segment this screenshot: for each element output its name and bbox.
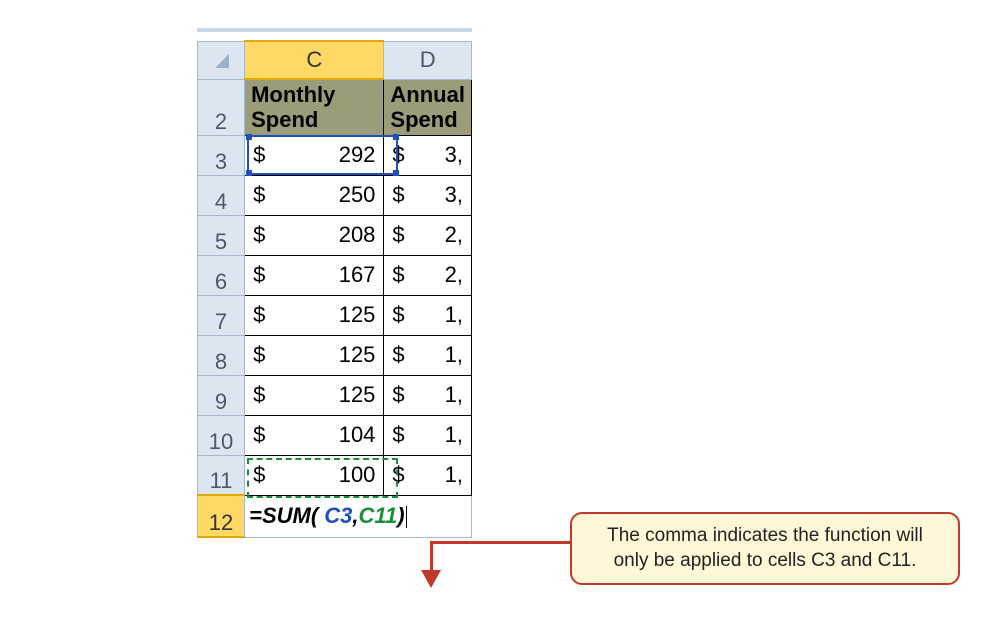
cell-c4[interactable]: $ 250: [245, 175, 384, 215]
cell-d10[interactable]: $ 1,: [384, 415, 472, 455]
column-header-d[interactable]: D: [384, 41, 472, 79]
row-number[interactable]: 5: [198, 215, 245, 255]
row-7: 7 $ 125 $ 1,: [198, 295, 472, 335]
cell-d7[interactable]: $ 1,: [384, 295, 472, 335]
currency: $: [392, 262, 404, 288]
formula-ref-c3: C3: [318, 503, 352, 528]
spreadsheet-fragment: C D 2 Monthly Spend Annual Spend 3 $ 292…: [197, 28, 472, 538]
value: 167: [253, 262, 375, 288]
currency: $: [253, 462, 265, 488]
formula-close-paren: ): [397, 503, 404, 528]
formula-function: SUM: [262, 503, 311, 528]
currency: $: [392, 142, 404, 168]
row-number[interactable]: 9: [198, 375, 245, 415]
value: 292: [253, 142, 375, 168]
currency: $: [253, 222, 265, 248]
cell-c11[interactable]: $ 100: [245, 455, 384, 495]
cell-c7[interactable]: $ 125: [245, 295, 384, 335]
annotation-callout: The comma indicates the function will on…: [570, 512, 960, 585]
currency: $: [392, 462, 404, 488]
annotation-arrow-horizontal: [430, 541, 570, 544]
cell-c6[interactable]: $ 167: [245, 255, 384, 295]
row-5: 5 $ 208 $ 2,: [198, 215, 472, 255]
row-9: 9 $ 125 $ 1,: [198, 375, 472, 415]
row-number[interactable]: 11: [198, 455, 245, 495]
currency: $: [392, 222, 404, 248]
row-number[interactable]: 6: [198, 255, 245, 295]
text: Spend: [390, 107, 457, 132]
cell-d11[interactable]: $ 1,: [384, 455, 472, 495]
callout-line: The comma indicates the function will: [586, 524, 944, 549]
row-number[interactable]: 7: [198, 295, 245, 335]
currency: $: [392, 422, 404, 448]
text: Annual: [390, 82, 465, 107]
text-cursor-icon: [406, 506, 407, 528]
currency: $: [392, 342, 404, 368]
currency: $: [253, 422, 265, 448]
currency: $: [253, 302, 265, 328]
select-all-corner[interactable]: [198, 41, 245, 79]
row-2: 2 Monthly Spend Annual Spend: [198, 79, 472, 135]
cell-d9[interactable]: $ 1,: [384, 375, 472, 415]
cell-d3[interactable]: $ 3,: [384, 135, 472, 175]
currency: $: [253, 182, 265, 208]
annotation-arrow-head-icon: [421, 570, 441, 588]
currency: $: [392, 182, 404, 208]
text: Monthly: [251, 82, 335, 107]
formula-ref-c11: C11: [359, 503, 398, 528]
row-11: 11 $ 100 $ 1,: [198, 455, 472, 495]
annotation-arrow-vertical: [430, 541, 433, 574]
formula-equals: =: [249, 503, 262, 528]
select-all-icon: [211, 50, 231, 70]
row-8: 8 $ 125 $ 1,: [198, 335, 472, 375]
cell-d5[interactable]: $ 2,: [384, 215, 472, 255]
value: 250: [253, 182, 375, 208]
row-number[interactable]: 4: [198, 175, 245, 215]
currency: $: [253, 382, 265, 408]
row-number[interactable]: 10: [198, 415, 245, 455]
value: 125: [253, 382, 375, 408]
cell-c8[interactable]: $ 125: [245, 335, 384, 375]
value: 125: [253, 342, 375, 368]
cell-c5[interactable]: $ 208: [245, 215, 384, 255]
cell-d6[interactable]: $ 2,: [384, 255, 472, 295]
cell-d4[interactable]: $ 3,: [384, 175, 472, 215]
column-header-row: C D: [198, 41, 472, 79]
cell-d8[interactable]: $ 1,: [384, 335, 472, 375]
value: 125: [253, 302, 375, 328]
row-12: 12 =SUM( C3,C11): [198, 495, 472, 537]
currency: $: [392, 382, 404, 408]
column-header-c[interactable]: C: [245, 41, 384, 79]
value: 100: [253, 462, 375, 488]
cell-c12-formula[interactable]: =SUM( C3,C11): [245, 495, 472, 537]
callout-line: only be applied to cells C3 and C11.: [586, 549, 944, 574]
text: Spend: [251, 107, 318, 132]
cell-c10[interactable]: $ 104: [245, 415, 384, 455]
currency: $: [392, 302, 404, 328]
row-number[interactable]: 8: [198, 335, 245, 375]
row-10: 10 $ 104 $ 1,: [198, 415, 472, 455]
row-number[interactable]: 3: [198, 135, 245, 175]
currency: $: [253, 262, 265, 288]
row-number[interactable]: 2: [198, 79, 245, 135]
value: 208: [253, 222, 375, 248]
cell-c3[interactable]: $ 292: [245, 135, 384, 175]
row-4: 4 $ 250 $ 3,: [198, 175, 472, 215]
grid[interactable]: C D 2 Monthly Spend Annual Spend 3 $ 292…: [197, 40, 472, 538]
row-3: 3 $ 292 $ 3,: [198, 135, 472, 175]
value: 104: [253, 422, 375, 448]
header-monthly-spend[interactable]: Monthly Spend: [245, 79, 384, 135]
currency: $: [253, 142, 265, 168]
row-number-active[interactable]: 12: [198, 495, 245, 537]
header-annual-spend[interactable]: Annual Spend: [384, 79, 472, 135]
row-6: 6 $ 167 $ 2,: [198, 255, 472, 295]
currency: $: [253, 342, 265, 368]
cell-c9[interactable]: $ 125: [245, 375, 384, 415]
